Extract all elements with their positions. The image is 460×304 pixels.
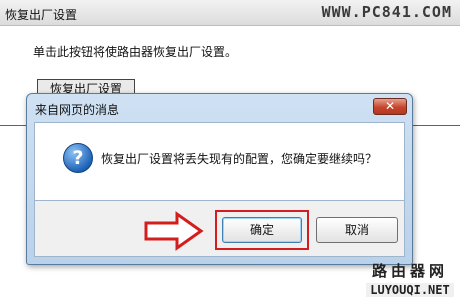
- bottom-watermark: 路由器网 LUYOUQI.NET: [366, 260, 454, 300]
- watermark-cn: 路由器网: [371, 262, 448, 280]
- dialog-body: ? 恢复出厂设置将丢失现有的配置，您确定要继续吗？: [34, 122, 405, 201]
- close-icon[interactable]: ✕: [373, 98, 407, 115]
- dialog-message: 恢复出厂设置将丢失现有的配置，您确定要继续吗？: [101, 152, 378, 166]
- confirm-dialog: 来自网页的消息 ✕ ? 恢复出厂设置将丢失现有的配置，您确定要继续吗？ 确定 取…: [26, 93, 413, 265]
- divider-line: [0, 125, 26, 126]
- dialog-footer: 确定 取消: [34, 201, 405, 257]
- arrow-right-icon: [144, 211, 204, 251]
- page-header: 恢复出厂设置 WWW.PC841.COM: [0, 0, 460, 26]
- site-watermark: WWW.PC841.COM: [321, 3, 452, 21]
- page-description: 单击此按钮将使路由器恢复出厂设置。: [33, 45, 238, 59]
- watermark-en: LUYOUQI.NET: [366, 283, 454, 297]
- cancel-button[interactable]: 取消: [316, 217, 398, 243]
- page-title: 恢复出厂设置: [5, 8, 78, 22]
- ok-button[interactable]: 确定: [222, 217, 302, 243]
- divider-line: [413, 125, 460, 126]
- dialog-title: 来自网页的消息: [35, 103, 120, 117]
- question-icon: ?: [63, 143, 93, 173]
